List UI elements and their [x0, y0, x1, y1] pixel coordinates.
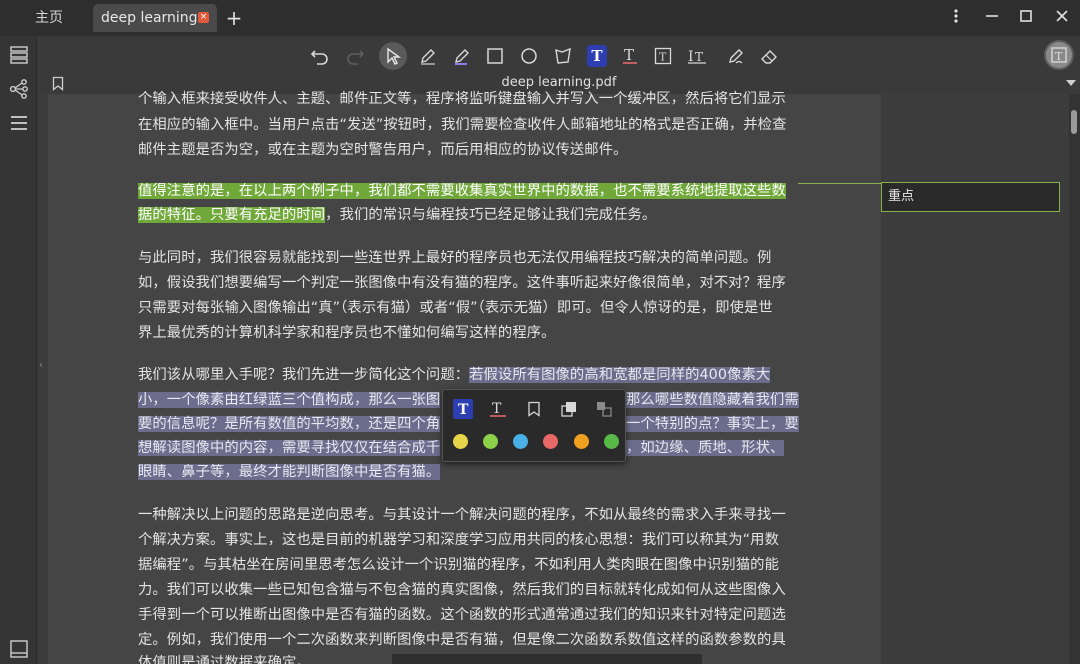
- text-strike-icon[interactable]: IT: [683, 42, 711, 70]
- minimize-icon[interactable]: [978, 4, 1006, 32]
- selected-text[interactable]: 要的信息呢？是所有数值的平均数，还是四个角: [138, 416, 441, 432]
- tab-deep-learning[interactable]: deep learning ×: [93, 4, 217, 32]
- polygon-icon[interactable]: [549, 42, 577, 70]
- color-dark-green[interactable]: [604, 434, 619, 449]
- text-line: 如，假设我们想要编写一个判定一张图像中有没有猫的程序。这件事听起来好像很简单，对…: [138, 275, 786, 291]
- text-highlight-icon[interactable]: T: [587, 45, 607, 67]
- eraser-icon[interactable]: [755, 42, 783, 70]
- color-blue[interactable]: [513, 434, 528, 449]
- selected-text[interactable]: ，如边缘、质地、形状、: [626, 440, 785, 456]
- undo-icon[interactable]: [306, 42, 334, 70]
- annotation-panel: [881, 94, 1069, 664]
- color-red[interactable]: [543, 434, 558, 449]
- rectangle-icon[interactable]: [481, 42, 509, 70]
- green-highlight[interactable]: 值得注意的是，在以上两个例子中，我们都不需要收集真实世界中的数据，也不需要系统地…: [138, 183, 786, 199]
- text-line: 个输入框来接受收件人、主题、邮件正文等，程序将监听键盘输入并写入一个缓冲区，然后…: [138, 91, 786, 107]
- popup-highlight-text-icon[interactable]: T: [453, 399, 473, 419]
- text-line: 界上最优秀的计算机科学家和程序员也不懂如何编写这样的程序。: [138, 325, 556, 341]
- text-line: 个解决方案。事实上，这也是目前的机器学习和深度学习应用共同的核心思想：我们可以称…: [138, 532, 779, 548]
- text-span: ，我们的常识与编程技巧已经足够让我们完成任务。: [325, 207, 657, 223]
- signature-pen-icon[interactable]: [722, 42, 750, 70]
- note-connector: [798, 183, 882, 184]
- pen-icon[interactable]: [414, 42, 442, 70]
- text-line: 一个特别的点？事实上，要: [626, 413, 799, 436]
- select-cursor-icon[interactable]: [379, 42, 407, 70]
- svg-text:T: T: [624, 46, 634, 64]
- text-line: 手得到一个可以推断出图像中是否有猫的函数。这个函数的形式通常通过我们的知识来针对…: [138, 607, 786, 623]
- scrollbar-thumb[interactable]: [1071, 110, 1077, 134]
- menu-lines-icon[interactable]: [8, 112, 30, 134]
- page-gutter: [38, 94, 48, 664]
- more-menu-icon[interactable]: [942, 4, 970, 32]
- popup-translate-icon[interactable]: [594, 399, 614, 419]
- text-line: 邮件主题是否为空，或在主题为空时警告用户，而后用相应的协议传送邮件。: [138, 142, 628, 158]
- popup-bookmark-icon[interactable]: [524, 399, 544, 419]
- tab-close-icon[interactable]: ×: [198, 12, 209, 23]
- svg-text:T: T: [695, 50, 703, 64]
- text-line: 力。我们可以收集一些已知包含猫与不包含猫的真实图像，然后我们的目标就转化成如何从…: [138, 582, 786, 598]
- green-highlight[interactable]: 据的特征。只要有充足的时间: [138, 207, 326, 223]
- popup-copy-icon[interactable]: [559, 399, 579, 419]
- left-sidebar: [0, 36, 37, 664]
- panel-toggle-icon[interactable]: [8, 638, 30, 660]
- svg-text:T: T: [1055, 50, 1063, 63]
- tree-structure-icon[interactable]: [8, 78, 30, 100]
- text-line: 据编程”。与其枯坐在房间里思考怎么设计一个识别猫的程序，不如利用人类肉眼在图像中…: [138, 557, 779, 573]
- svg-text:T: T: [492, 401, 502, 417]
- scrollbar-track[interactable]: [1069, 94, 1080, 664]
- color-green[interactable]: [483, 434, 498, 449]
- text-line: ，如边缘、质地、形状、: [626, 437, 796, 460]
- text-line: 只需要对每张输入图像输出“真”（表示有猫）或者“假”（表示无猫）即可。但令人惊讶…: [138, 300, 773, 316]
- text-line: 据的特征。只要有充足的时间，我们的常识与编程技巧已经足够让我们完成任务。: [138, 204, 800, 227]
- circle-icon[interactable]: [515, 42, 543, 70]
- selection-popup: T T: [442, 389, 626, 462]
- text-line: 定。例如，我们使用一个二次函数来判断图像中是否有猫，但是像二次函数系数值这样的函…: [138, 632, 786, 648]
- text-underline-icon[interactable]: T: [616, 42, 644, 70]
- note-comment[interactable]: 重点: [881, 182, 1060, 212]
- collapse-handle-icon[interactable]: ‹: [39, 360, 43, 371]
- selected-text[interactable]: 小，一个像素由红绿蓝三个值构成，那么一张图: [138, 392, 441, 408]
- color-yellow[interactable]: [453, 434, 468, 449]
- selected-text[interactable]: 一个特别的点？事实上，要: [626, 416, 799, 432]
- bottom-page-bar: [392, 654, 702, 664]
- text-line-highlighted[interactable]: 值得注意的是，在以上两个例子中，我们都不需要收集真实世界中的数据，也不需要系统地…: [138, 180, 800, 203]
- highlighter-icon[interactable]: [448, 42, 476, 70]
- app-window: 主页 deep learning × + T T T I T T deep le…: [0, 0, 1080, 664]
- tab-bar: 主页 deep learning × +: [0, 0, 1080, 36]
- text-span: 我们该从哪里入手呢？我们先进一步简化这个问题：: [138, 367, 470, 383]
- user-avatar[interactable]: T: [1044, 40, 1074, 70]
- redo-icon[interactable]: [341, 42, 369, 70]
- text-line: 在相应的输入框中。当用户点击“发送”按钮时，我们需要检查收件人邮箱地址的格式是否…: [138, 117, 787, 133]
- text-line: 我们该从哪里入手呢？我们先进一步简化这个问题：若假设所有图像的高和宽都是同样的4…: [138, 364, 800, 387]
- text-line: 一种解决以上问题的思路是逆向思考。与其设计一个解决问题的程序，不如从最终的需求入…: [138, 507, 786, 523]
- svg-text:T: T: [659, 51, 667, 64]
- selected-text[interactable]: 若假设所有图像的高和宽都是同样的400像素大: [469, 367, 771, 383]
- maximize-icon[interactable]: [1012, 4, 1040, 32]
- text-line: 那么哪些数值隐藏着我们需: [626, 389, 799, 412]
- outline-list-icon[interactable]: [8, 44, 30, 66]
- tab-home[interactable]: 主页: [14, 4, 84, 32]
- tab-label: deep learning: [101, 10, 198, 26]
- selected-text[interactable]: 想解读图像中的内容，需要寻找仅仅在结合成千: [138, 440, 441, 456]
- popup-underline-icon[interactable]: T: [488, 399, 508, 419]
- color-orange[interactable]: [574, 434, 589, 449]
- svg-text:T: T: [458, 402, 469, 417]
- annotation-toolbar: T T T IT T: [38, 36, 1080, 74]
- add-tab-button[interactable]: +: [224, 4, 244, 32]
- chevron-down-icon[interactable]: [1066, 80, 1076, 86]
- close-window-icon[interactable]: [1048, 4, 1076, 32]
- text-line: 与此同时，我们很容易就能找到一些连世界上最好的程序员也无法仅用编程技巧解决的简单…: [138, 250, 772, 266]
- selected-text[interactable]: 眼睛、鼻子等，最终才能判断图像中是否有猫。: [138, 464, 441, 480]
- selected-text[interactable]: 那么哪些数值隐藏着我们需: [626, 392, 799, 408]
- text-line: 眼睛、鼻子等，最终才能判断图像中是否有猫。: [138, 461, 800, 484]
- text-box-icon[interactable]: T: [649, 42, 677, 70]
